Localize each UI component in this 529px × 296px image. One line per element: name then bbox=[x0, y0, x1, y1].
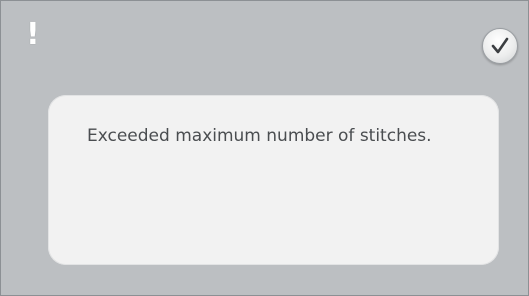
message-panel: Exceeded maximum number of stitches. bbox=[48, 95, 499, 265]
ok-button[interactable] bbox=[482, 28, 518, 64]
message-text: Exceeded maximum number of stitches. bbox=[87, 126, 432, 146]
exclamation-icon: ! bbox=[26, 17, 40, 52]
checkmark-icon bbox=[491, 37, 509, 54]
alert-dialog: ! Exceeded maximum number of stitches. bbox=[0, 0, 529, 296]
